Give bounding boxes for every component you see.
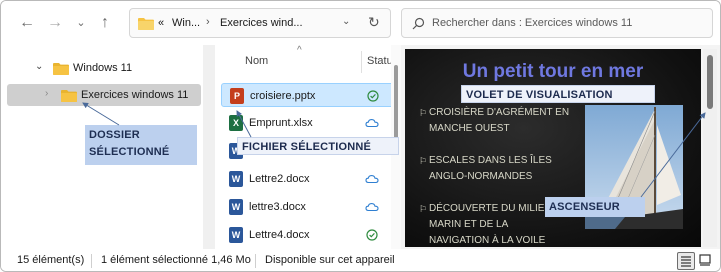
word-file-icon: W: [229, 171, 243, 187]
arrow-left-icon[interactable]: ←: [17, 13, 37, 33]
folder-icon: [53, 63, 69, 75]
slide-bullet-line: Croisière d'agrément en: [429, 107, 570, 118]
slide-bullet-line: marin et de la: [429, 219, 509, 230]
explorer-window: ← → ⌄ ↑ « Win... › Exercices wind... ⌄ ↻…: [0, 0, 721, 272]
arrow-right-icon[interactable]: →: [45, 13, 65, 33]
sort-arrow-icon[interactable]: ^: [297, 45, 302, 56]
file-name: Lettre2.docx: [249, 173, 310, 185]
synced-check-icon: [366, 229, 378, 241]
search-icon: [412, 17, 425, 30]
details-view-icon: [681, 256, 691, 267]
flag-bullet-icon: ⚐: [419, 108, 428, 118]
flag-bullet-icon: ⚐: [419, 156, 428, 166]
status-divider: [255, 254, 256, 268]
cloud-icon: [365, 203, 379, 212]
address-bar[interactable]: « Win... › Exercices wind... ⌄ ↻: [129, 8, 391, 38]
tiles-view-button[interactable]: [697, 252, 715, 270]
slide-bullet: ⚐ Découverte du milieu marin et de la navig…: [419, 201, 552, 247]
folder-icon: [138, 18, 154, 30]
folder-icon: [61, 90, 77, 102]
search-box[interactable]: Rechercher dans : Exercices windows 11: [401, 8, 713, 38]
nav-item-label: Windows 11: [73, 62, 133, 74]
file-row[interactable]: X Emprunt.xlsx: [221, 111, 401, 135]
file-name: Emprunt.xlsx: [249, 117, 313, 129]
nav-item-windows-11[interactable]: ⌄ Windows 11: [7, 57, 201, 79]
file-row[interactable]: W Lettre2.docx: [221, 167, 401, 191]
cloud-icon: [365, 175, 379, 184]
slide-bullet-line: Manche Ouest: [429, 123, 510, 134]
navigation-scrollbar[interactable]: [203, 45, 215, 249]
chevron-down-icon[interactable]: ⌄: [71, 13, 91, 33]
word-file-icon: W: [229, 199, 243, 215]
file-row[interactable]: W Lettre4.docx: [221, 223, 401, 247]
file-row[interactable]: Pcroisiere.pptx: [221, 83, 401, 107]
file-name: Lettre4.docx: [249, 229, 310, 241]
status-bar: 15 élément(s) 1 élément sélectionné 1,46…: [1, 249, 720, 271]
scrollbar-thumb[interactable]: [707, 55, 713, 109]
refresh-icon[interactable]: ↻: [368, 14, 380, 31]
nav-item-label: Exercices windows 11: [81, 89, 189, 101]
breadcrumb-current[interactable]: Exercices wind...: [220, 17, 303, 29]
chevron-down-icon[interactable]: ⌄: [35, 61, 43, 72]
excel-file-icon: X: [229, 115, 243, 131]
column-header-name[interactable]: Nom: [245, 55, 268, 67]
file-name: lettre3.docx: [249, 201, 306, 213]
powerpoint-file-icon: P: [230, 88, 244, 104]
breadcrumb-separator: ›: [206, 16, 210, 28]
preview-scrollbar[interactable]: [703, 49, 717, 247]
callout-selected-folder: DOSSIER SÉLECTIONNÉ: [85, 125, 197, 165]
file-row[interactable]: Wlettre3.docx: [221, 195, 401, 219]
breadcrumb-overflow[interactable]: «: [158, 17, 164, 29]
callout-scrollbar: ASCENSEUR: [545, 197, 645, 217]
slide-preview: Un petit tour en mer ⚐ Croisière d'agréme…: [405, 49, 701, 247]
slide-bullet: ⚐ Croisière d'agrément en Manche Ouest: [419, 105, 570, 137]
slide-bullet-line: Escales dans les îles: [429, 155, 552, 166]
synced-check-icon: [367, 90, 379, 102]
preview-pane: Un petit tour en mer ⚐ Croisière d'agréme…: [401, 45, 720, 249]
status-divider: [91, 254, 92, 268]
address-dropdown-icon[interactable]: ⌄: [342, 16, 350, 27]
breadcrumb-item[interactable]: Win...: [172, 17, 200, 29]
flag-bullet-icon: ⚐: [419, 204, 428, 214]
slide-bullet-line: Anglo-Normandes: [429, 171, 533, 182]
slide-bullet-line: Découverte du milieu: [429, 203, 552, 214]
callout-selected-file: FICHIER SÉLECTIONNÉ: [237, 137, 399, 155]
toolbar: ← → ⌄ ↑ « Win... › Exercices wind... ⌄ ↻…: [1, 1, 720, 45]
file-name: croisiere.pptx: [250, 90, 316, 102]
callout-preview-pane: VOLET DE VISUALISATION: [461, 85, 655, 103]
availability-status: Disponible sur cet appareil: [265, 254, 395, 266]
arrow-up-icon[interactable]: ↑: [95, 13, 115, 33]
slide-bullet-line: navigation à la voile: [429, 235, 546, 246]
details-view-button[interactable]: [677, 252, 695, 270]
word-file-icon: W: [229, 227, 243, 243]
column-header-status[interactable]: Statu: [367, 55, 393, 67]
slide-title: Un petit tour en mer: [462, 61, 644, 82]
slide-bullet: ⚐ Escales dans les îles Anglo-Normandes: [419, 153, 552, 185]
scrollbar-thumb[interactable]: [394, 65, 398, 147]
item-count: 15 élément(s): [17, 254, 85, 266]
cloud-icon: [365, 119, 379, 128]
chevron-right-icon[interactable]: ›: [45, 88, 48, 99]
nav-item-exercices-windows-11[interactable]: › Exercices windows 11: [7, 84, 201, 106]
selection-info: 1 élément sélectionné 1,46 Mo: [101, 254, 251, 266]
search-input[interactable]: Rechercher dans : Exercices windows 11: [432, 17, 632, 29]
column-divider[interactable]: [361, 51, 362, 73]
tiles-view-icon: [699, 254, 711, 266]
